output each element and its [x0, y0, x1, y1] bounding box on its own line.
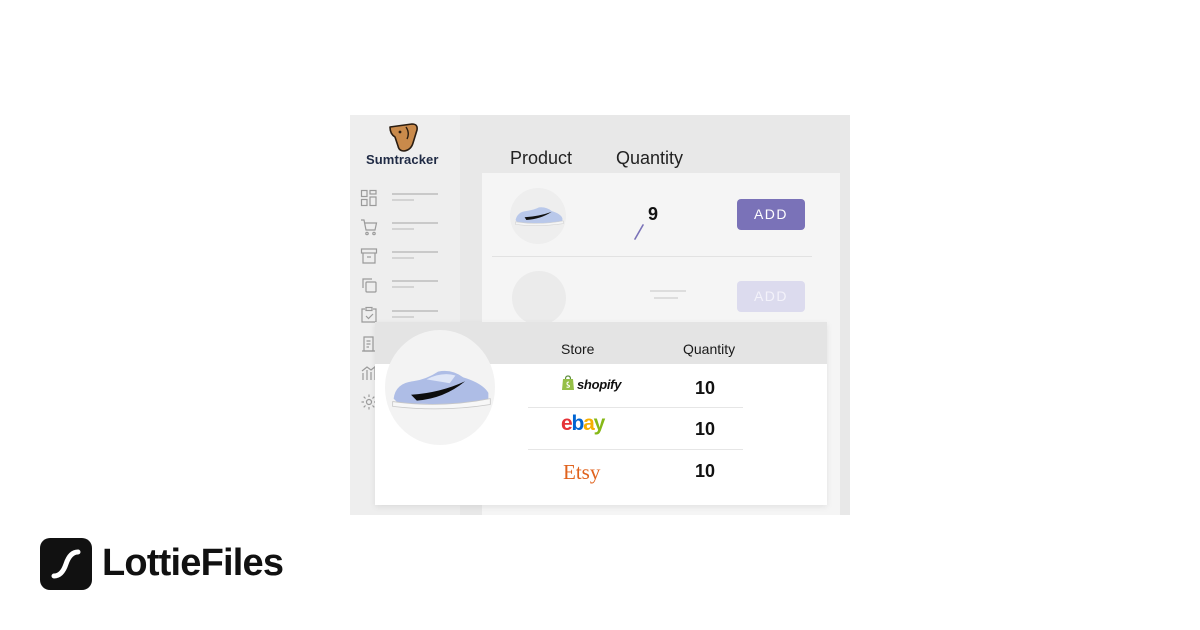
sidebar-item-cart[interactable] [360, 216, 452, 238]
copy-icon [362, 278, 377, 293]
placeholder-line [650, 290, 686, 292]
store-breakdown-card: Store Quantity shopify 10 ebay 10 Etsy 1… [375, 322, 827, 505]
quantity-value[interactable]: 9 [648, 204, 658, 225]
row-divider [528, 449, 743, 450]
store-quantity: 10 [695, 461, 716, 481]
shopify-bag-icon [562, 375, 574, 390]
sneaker-icon [515, 207, 564, 226]
sidebar-item-dashboard[interactable] [360, 187, 452, 209]
app-window: Sumtracker Product Quantity 9 ADD ADD St… [350, 115, 850, 515]
column-header-quantity: Quantity [683, 341, 736, 357]
store-logo-etsy: Etsy [563, 460, 601, 484]
store-table-body: shopify 10 ebay 10 Etsy 10 [375, 330, 827, 505]
product-image [510, 188, 566, 244]
sidebar-item-archive[interactable] [360, 245, 452, 267]
column-header-quantity: Quantity [616, 148, 684, 168]
text-cursor-icon [634, 224, 644, 240]
app-name: Sumtracker [366, 152, 439, 167]
product-image [385, 330, 495, 445]
add-button-disabled[interactable]: ADD [737, 281, 805, 312]
add-button[interactable]: ADD [737, 199, 805, 230]
row-divider [528, 407, 743, 408]
placeholder-line [654, 297, 678, 299]
product-image-placeholder [512, 271, 566, 325]
store-quantity: 10 [695, 378, 716, 398]
store-logo-ebay: ebay [561, 412, 605, 435]
sidebar-item-copy[interactable] [360, 274, 452, 296]
store-name: shopify [577, 377, 622, 392]
row-divider [492, 256, 812, 257]
lottiefiles-logo-icon [40, 538, 92, 590]
archive-icon [360, 248, 378, 264]
dashboard-icon [360, 189, 377, 207]
column-header-product: Product [510, 148, 573, 168]
brand-name: LottieFiles [102, 542, 284, 584]
cart-icon [361, 219, 378, 236]
column-header-store: Store [561, 341, 595, 357]
sneaker-icon [392, 370, 491, 410]
dog-head-icon [389, 123, 418, 152]
footer-brand: LottieFiles [40, 538, 340, 590]
store-quantity: 10 [695, 419, 716, 439]
